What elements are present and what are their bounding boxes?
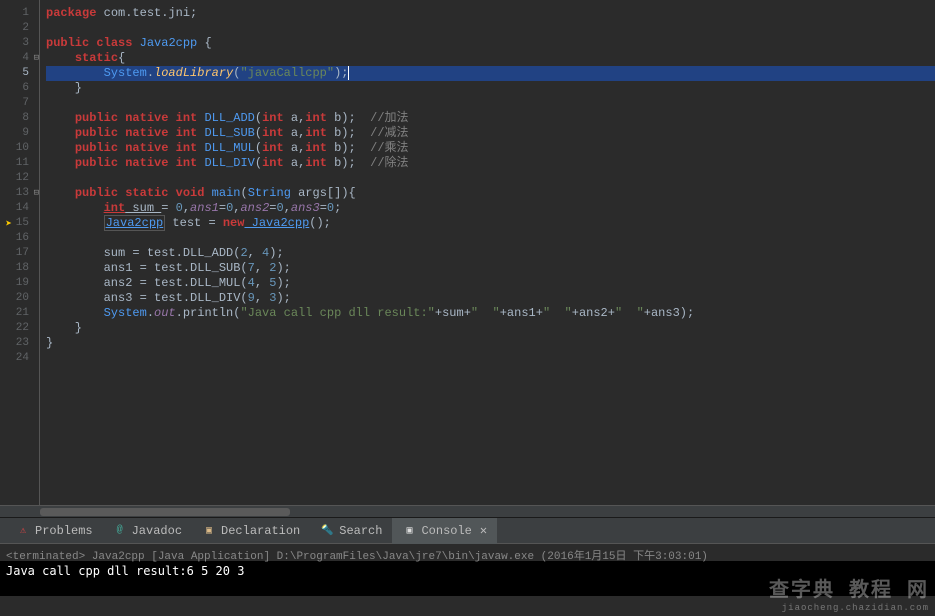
code-content[interactable]: package com.test.jni; public class Java2… [40, 0, 935, 505]
search-icon: 🔦 [320, 524, 334, 538]
tab-javadoc[interactable]: @ Javadoc [103, 518, 192, 544]
fold-minus-icon[interactable]: ⊟ [29, 186, 39, 196]
line-num: 4⊟ [0, 51, 39, 66]
tab-label: Console [421, 524, 471, 538]
line-num: 8 [0, 111, 39, 126]
line-num: 16 [0, 231, 39, 246]
tab-search[interactable]: 🔦 Search [310, 518, 392, 544]
breakpoint-arrow-icon[interactable]: ➤ [2, 218, 12, 228]
console-icon: ▣ [402, 524, 416, 538]
line-num: 9 [0, 126, 39, 141]
line-num: 2 [0, 21, 39, 36]
line-num: 5 [0, 66, 39, 81]
line-num: 3 [0, 36, 39, 51]
line-num: 23 [0, 336, 39, 351]
code-editor[interactable]: 1 2 3 4⊟ 5 6 7 8 9 10 11 12 13⊟ 14 ➤15 1… [0, 0, 935, 505]
fold-minus-icon[interactable]: ⊟ [29, 51, 39, 61]
tab-declaration[interactable]: ▣ Declaration [192, 518, 310, 544]
horizontal-scrollbar[interactable] [0, 505, 935, 517]
line-num: 7 [0, 96, 39, 111]
gutter: 1 2 3 4⊟ 5 6 7 8 9 10 11 12 13⊟ 14 ➤15 1… [0, 0, 40, 505]
tab-label: Search [339, 524, 382, 538]
tab-problems[interactable]: ⚠ Problems [6, 518, 103, 544]
line-num: 20 [0, 291, 39, 306]
line-num: 18 [0, 261, 39, 276]
tab-label: Declaration [221, 524, 300, 538]
line-num: 13⊟ [0, 186, 39, 201]
bottom-tabs: ⚠ Problems @ Javadoc ▣ Declaration 🔦 Sea… [0, 517, 935, 543]
line-num: ➤15 [0, 216, 39, 231]
line-num: 21 [0, 306, 39, 321]
line-num: 17 [0, 246, 39, 261]
declaration-icon: ▣ [202, 524, 216, 538]
line-num: 1 [0, 6, 39, 21]
problems-icon: ⚠ [16, 524, 30, 538]
tab-label: Problems [35, 524, 93, 538]
close-icon[interactable]: ✕ [480, 523, 487, 538]
line-num: 10 [0, 141, 39, 156]
scrollbar-thumb[interactable] [40, 508, 290, 516]
line-num: 22 [0, 321, 39, 336]
tab-console[interactable]: ▣ Console ✕ [392, 518, 497, 544]
javadoc-icon: @ [113, 524, 127, 538]
tab-label: Javadoc [132, 524, 182, 538]
line-num: 19 [0, 276, 39, 291]
line-num: 6 [0, 81, 39, 96]
console-header: <terminated> Java2cpp [Java Application]… [0, 543, 935, 561]
watermark: 查字典 教程 网 jiaocheng.chazidian.com [769, 573, 929, 613]
line-num: 12 [0, 171, 39, 186]
line-num: 24 [0, 351, 39, 366]
line-num: 11 [0, 156, 39, 171]
line-num: 14 [0, 201, 39, 216]
